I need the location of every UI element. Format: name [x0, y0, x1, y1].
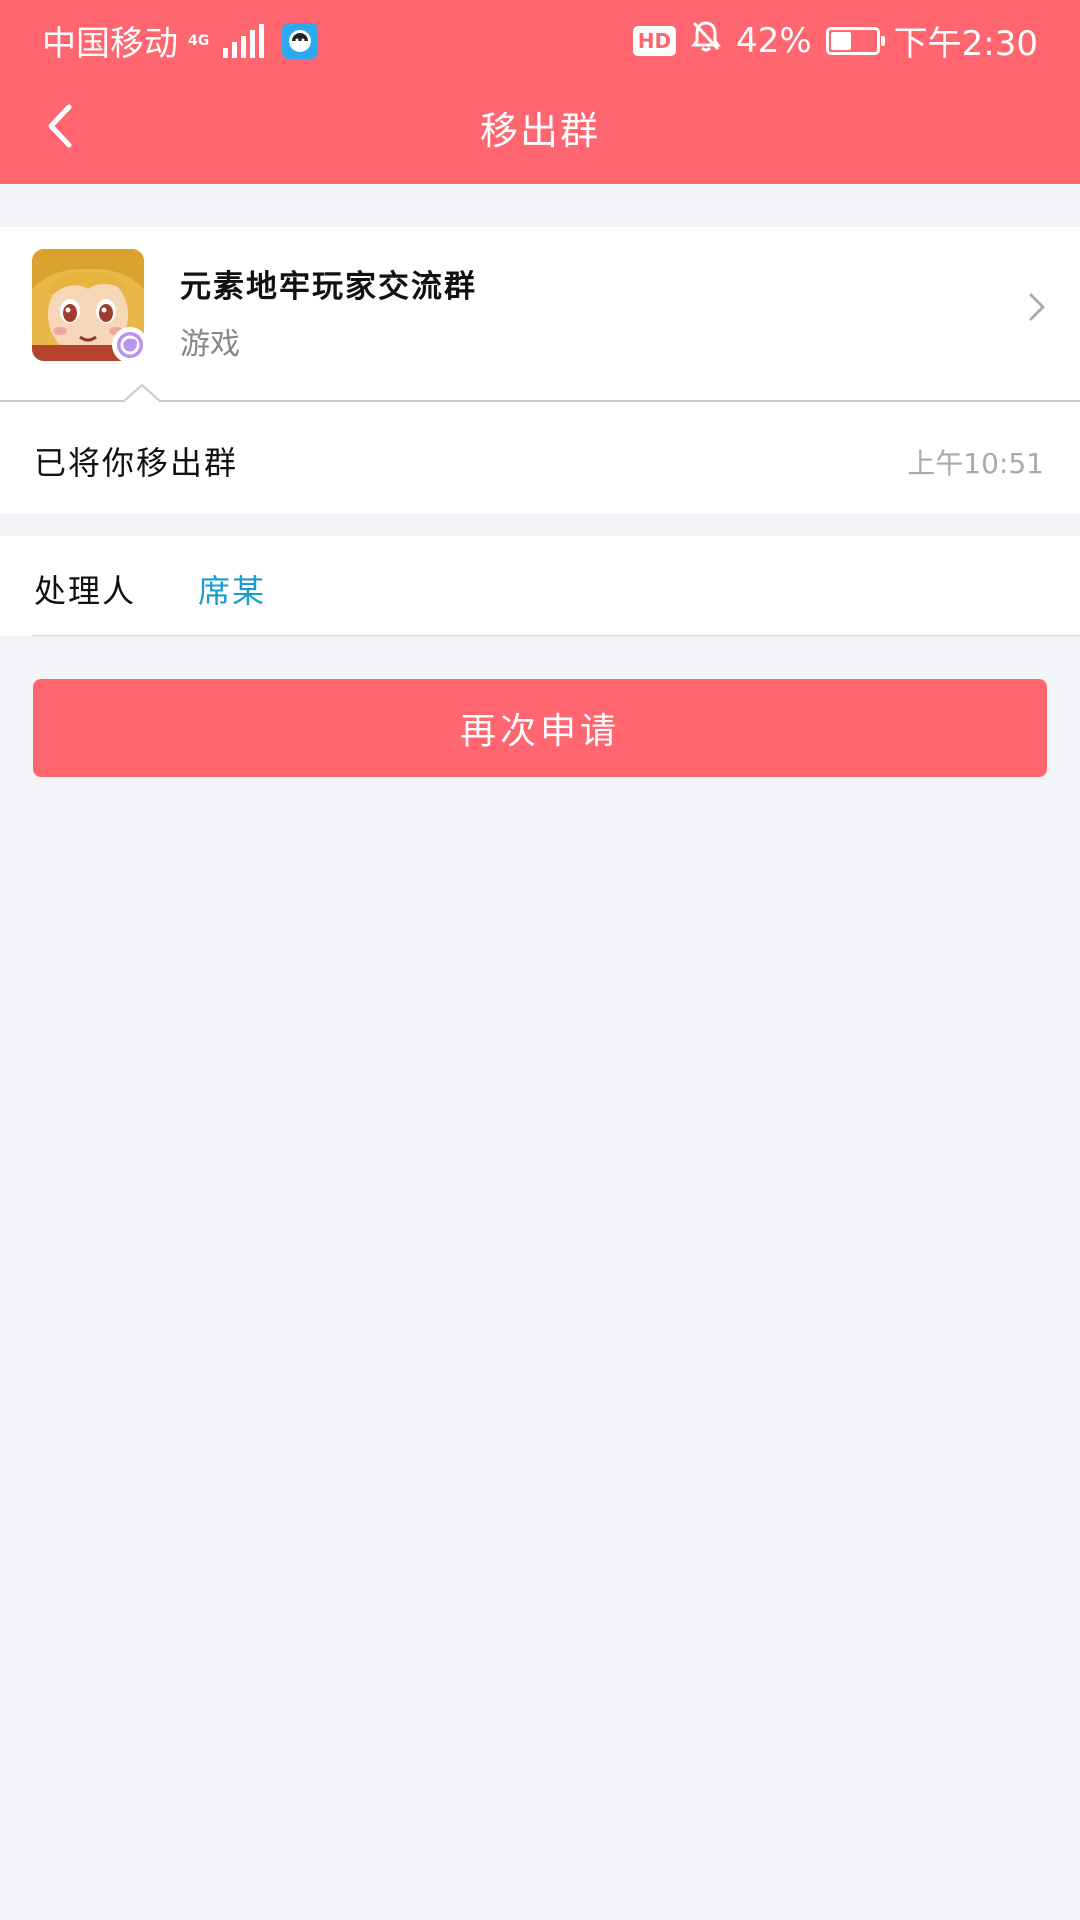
page-title: 移出群	[479, 109, 600, 153]
signal-icon	[223, 23, 265, 58]
status-left: 中国移动 4G	[42, 16, 319, 65]
header-bar: 中国移动 4G HD 42% 下午2:30 移出群	[0, 0, 1080, 184]
status-bar: 中国移动 4G HD 42% 下午2:30	[0, 0, 1080, 76]
battery-level	[830, 31, 851, 50]
pointer-notch	[122, 383, 162, 403]
battery-percent: 42%	[736, 20, 812, 61]
battery-icon	[825, 26, 885, 55]
removal-message-row: 已将你移出群 上午10:51	[0, 402, 1080, 514]
handler-label: 处理人	[34, 572, 137, 610]
status-right: HD 42% 下午2:30	[632, 16, 1038, 65]
handler-name-link[interactable]: 席某	[198, 566, 266, 612]
carrier-name: 中国移动	[42, 24, 178, 64]
removal-time: 上午10:51	[907, 447, 1044, 480]
reapply-button[interactable]: 再次申请	[33, 679, 1047, 777]
removal-message: 已将你移出群	[34, 444, 239, 482]
group-badge-icon	[112, 327, 148, 363]
network-type: 4G	[188, 32, 210, 49]
divider	[32, 635, 1080, 636]
clock: 下午2:30	[893, 24, 1038, 64]
group-info-card[interactable]: 元素地牢玩家交流群 游戏	[0, 227, 1080, 403]
bell-off-icon	[690, 19, 722, 62]
hd-badge: HD	[632, 25, 677, 56]
handler-row: 处理人 席某	[0, 536, 1080, 636]
chevron-right-icon	[1029, 293, 1045, 321]
app-notification-icon	[282, 22, 319, 59]
group-avatar	[32, 249, 148, 363]
group-category: 游戏	[180, 327, 240, 362]
group-name: 元素地牢玩家交流群	[180, 269, 477, 305]
